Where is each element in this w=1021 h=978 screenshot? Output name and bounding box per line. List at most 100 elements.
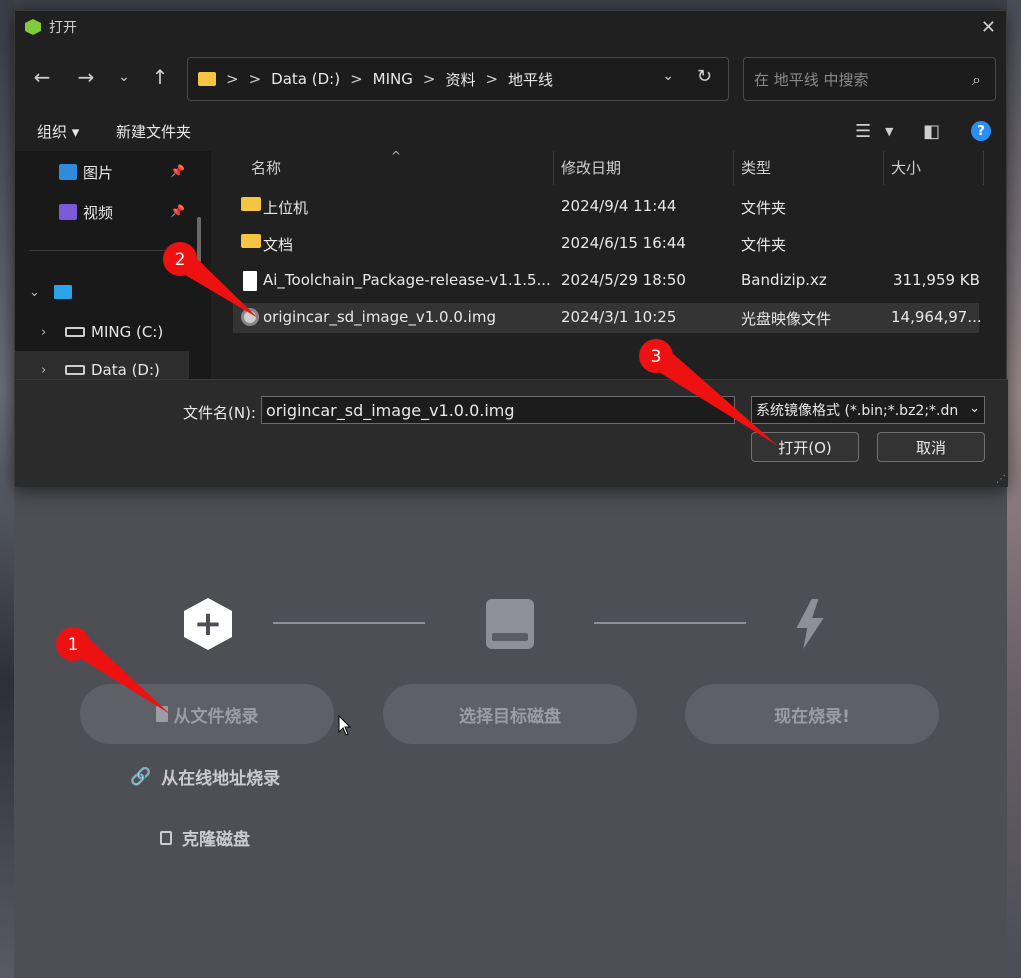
column-header-name[interactable]: 名称 <box>251 157 281 178</box>
view-list-icon[interactable]: ☰ <box>855 121 871 142</box>
chevron-down-icon: ⌄ <box>967 401 980 416</box>
clone-drive-link[interactable]: 克隆磁盘 <box>160 825 250 850</box>
file-size: 14,964,97... <box>891 308 982 326</box>
file-row-selected[interactable]: origincar_sd_image_v1.0.0.img 2024/3/1 1… <box>233 303 982 333</box>
breadcrumb-item[interactable]: 资料 <box>445 69 475 90</box>
flash-from-file-button[interactable]: 从文件烧录 <box>80 684 334 744</box>
file-name: origincar_sd_image_v1.0.0.img <box>263 308 496 326</box>
drive-icon <box>65 327 85 337</box>
chevron-down-icon[interactable]: ⌄ <box>29 285 40 300</box>
flash-now-button[interactable]: 现在烧录! <box>685 684 939 744</box>
breadcrumb-separator: > <box>485 70 499 88</box>
file-type-filter-select[interactable]: 系统镜像格式 (*.bin;*.bz2;*.dn ⌄ <box>751 396 985 424</box>
file-list: 名称 ^ 修改日期 类型 大小 上位机 2024/9/4 11:44 文件夹 文… <box>231 149 991 379</box>
sidebar-item-this-pc[interactable]: ⌄ <box>15 273 189 311</box>
navigation-bar: ← → ⌄ ↑ > > Data (D:) > MING > 资料 > 地平线 … <box>15 55 1008 103</box>
disc-image-icon <box>241 308 259 326</box>
sidebar-item-drive-d[interactable]: › Data (D:) <box>15 351 189 379</box>
add-file-icon: + <box>182 598 234 650</box>
pictures-icon <box>59 164 77 180</box>
link-icon: 🔗 <box>130 766 152 787</box>
new-folder-button[interactable]: 新建文件夹 <box>116 121 191 142</box>
folder-icon <box>198 72 216 86</box>
cancel-button[interactable]: 取消 <box>877 432 985 462</box>
flash-now-label: 现在烧录! <box>774 706 850 727</box>
sidebar-item-label: Data (D:) <box>91 361 160 379</box>
sidebar-scrollbar[interactable] <box>197 217 201 263</box>
search-input[interactable]: 在 地平线 中搜索 ⌕ <box>743 57 996 101</box>
step-connector <box>273 622 425 624</box>
column-separator[interactable] <box>553 151 554 185</box>
select-target-button[interactable]: 选择目标磁盘 <box>383 684 637 744</box>
file-type: 文件夹 <box>741 236 787 254</box>
sidebar-divider <box>29 250 189 251</box>
file-type: 文件夹 <box>741 199 787 217</box>
navigation-sidebar: 图片 📌 视频 📌 ⌄ › MING (C:) › Data (D:) <box>15 151 211 379</box>
archive-icon <box>243 271 257 291</box>
pin-icon: 📌 <box>170 204 185 218</box>
chevron-right-icon[interactable]: › <box>41 325 55 340</box>
sidebar-item-label: 视频 <box>83 203 114 222</box>
sidebar-item-videos[interactable]: 视频 📌 <box>15 193 189 231</box>
filename-label: 文件名(N): <box>183 404 256 422</box>
file-row[interactable]: Ai_Toolchain_Package-release-v1.1.5... 2… <box>233 266 980 296</box>
file-name: Ai_Toolchain_Package-release-v1.1.5... <box>263 271 551 289</box>
breadcrumb-item[interactable]: 地平线 <box>508 69 553 90</box>
column-separator[interactable] <box>883 151 884 185</box>
sidebar-item-label: 图片 <box>83 163 114 182</box>
desktop-background-right <box>1007 0 1021 978</box>
dialog-titlebar: 打开 ✕ <box>15 11 1006 43</box>
file-type: 光盘映像文件 <box>741 310 832 328</box>
refresh-icon[interactable]: ↻ <box>697 66 712 87</box>
address-bar[interactable]: > > Data (D:) > MING > 资料 > 地平线 ⌄ ↻ <box>187 57 729 101</box>
back-arrow-icon[interactable]: ← <box>29 65 55 89</box>
flash-from-url-link[interactable]: 🔗 从在线地址烧录 <box>130 764 280 790</box>
copy-icon <box>160 830 172 845</box>
breadcrumb-separator: > <box>248 70 262 88</box>
file-icon <box>155 706 168 722</box>
view-dropdown-icon[interactable]: ▼ <box>885 125 893 138</box>
file-row[interactable]: 文档 2024/6/15 16:44 文件夹 <box>233 229 979 259</box>
pin-icon: 📌 <box>170 164 185 178</box>
breadcrumb-separator: > <box>422 70 436 88</box>
filename-input[interactable] <box>261 396 735 424</box>
file-date: 2024/6/15 16:44 <box>561 234 686 252</box>
recent-dropdown-icon[interactable]: ⌄ <box>111 69 137 85</box>
file-date: 2024/3/1 10:25 <box>561 308 677 326</box>
breadcrumb-item[interactable]: MING <box>373 70 413 88</box>
sort-ascending-icon: ^ <box>391 149 402 163</box>
breadcrumb-item[interactable]: Data (D:) <box>271 70 340 88</box>
help-icon[interactable]: ? <box>971 121 991 141</box>
column-header-size[interactable]: 大小 <box>891 157 921 178</box>
file-name: 文档 <box>263 236 294 254</box>
steps-row: + <box>14 598 1007 658</box>
open-file-dialog: 打开 ✕ ← → ⌄ ↑ > > Data (D:) > MING > 资料 >… <box>14 10 1008 487</box>
drive-icon <box>484 598 536 650</box>
close-icon[interactable]: ✕ <box>981 17 996 38</box>
up-arrow-icon[interactable]: ↑ <box>147 65 173 89</box>
column-header-date[interactable]: 修改日期 <box>561 157 621 178</box>
chevron-down-icon[interactable]: ⌄ <box>662 68 674 84</box>
file-size: 311,959 KB <box>893 271 980 289</box>
column-separator[interactable] <box>733 151 734 185</box>
forward-arrow-icon[interactable]: → <box>73 65 99 89</box>
preview-pane-icon[interactable]: ◧ <box>923 121 940 142</box>
select-target-label: 选择目标磁盘 <box>459 706 561 727</box>
chevron-right-icon[interactable]: › <box>41 363 55 378</box>
breadcrumb-separator: > <box>226 70 239 88</box>
folder-icon <box>241 197 261 211</box>
resize-grip-icon[interactable]: ⋰ <box>996 474 1006 485</box>
dialog-footer: 文件名(N): 系统镜像格式 (*.bin;*.bz2;*.dn ⌄ 打开(O)… <box>15 379 1008 487</box>
app-logo-icon <box>25 19 41 35</box>
file-date: 2024/5/29 18:50 <box>561 271 686 289</box>
column-header-type[interactable]: 类型 <box>741 157 771 178</box>
organize-menu[interactable]: 组织 ▾ <box>37 121 79 142</box>
sidebar-item-pictures[interactable]: 图片 📌 <box>15 153 189 191</box>
computer-icon <box>53 285 72 299</box>
open-button[interactable]: 打开(O) <box>751 432 859 462</box>
sidebar-item-drive-c[interactable]: › MING (C:) <box>15 313 189 351</box>
file-row[interactable]: 上位机 2024/9/4 11:44 文件夹 <box>233 192 979 222</box>
search-placeholder: 在 地平线 中搜索 <box>754 70 869 89</box>
column-separator[interactable] <box>983 151 984 185</box>
mouse-cursor-icon <box>338 715 352 736</box>
